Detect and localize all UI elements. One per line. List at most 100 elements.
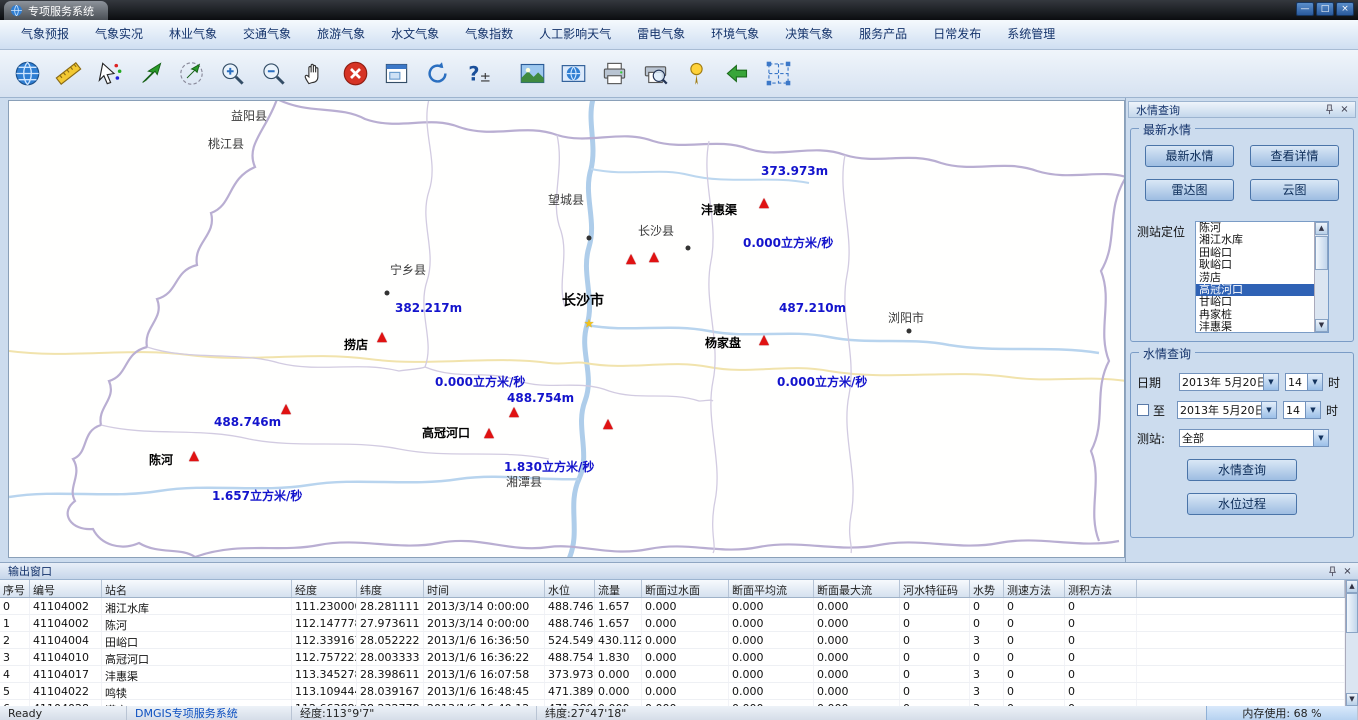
output-scrollbar[interactable]: ▲ ▼ [1345, 580, 1358, 706]
print-icon[interactable] [595, 55, 633, 93]
hour-from-combo[interactable]: 14 ▼ [1285, 373, 1323, 391]
menu-item-旅游气象[interactable]: 旅游气象 [304, 20, 378, 49]
menu-item-日常发布[interactable]: 日常发布 [920, 20, 994, 49]
app-tab[interactable]: 专项服务系统 [4, 1, 108, 20]
measure-icon[interactable] [49, 55, 87, 93]
station-select-combo[interactable]: 全部 ▼ [1179, 429, 1329, 447]
refresh-icon[interactable] [418, 55, 456, 93]
column-header-9[interactable]: 断面过水面 [642, 580, 729, 597]
layer-globe-icon[interactable] [554, 55, 592, 93]
column-header-3[interactable]: 站名 [102, 580, 292, 597]
date-to-combo[interactable]: 2013年 5月20日 ▼ [1177, 401, 1277, 419]
menu-item-气象预报[interactable]: 气象预报 [8, 20, 82, 49]
station-list-item[interactable]: 甘峪口 [1196, 296, 1314, 308]
scroll-thumb[interactable] [1346, 593, 1358, 633]
station-marker-icon[interactable]: ▲ [484, 425, 494, 440]
station-marker-icon[interactable]: ▲ [603, 416, 613, 431]
station-marker-icon[interactable]: ▲ [509, 404, 519, 419]
menu-item-系统管理[interactable]: 系统管理 [994, 20, 1068, 49]
menu-item-水文气象[interactable]: 水文气象 [378, 20, 452, 49]
scroll-down-icon[interactable]: ▼ [1315, 319, 1328, 332]
zoom-in-icon[interactable] [213, 55, 251, 93]
menu-item-气象指数[interactable]: 气象指数 [452, 20, 526, 49]
menu-item-林业气象[interactable]: 林业气象 [156, 20, 230, 49]
pan-icon[interactable] [295, 55, 333, 93]
station-marker-icon[interactable]: ▲ [649, 249, 659, 264]
column-header-12[interactable]: 河水特征码 [900, 580, 970, 597]
column-header-10[interactable]: 断面平均流 [729, 580, 814, 597]
menu-item-人工影响天气[interactable]: 人工影响天气 [526, 20, 624, 49]
station-list-item[interactable]: 耿峪口 [1196, 259, 1314, 271]
menu-item-气象实况[interactable]: 气象实况 [82, 20, 156, 49]
chevron-down-icon[interactable]: ▼ [1261, 402, 1276, 418]
column-header-7[interactable]: 水位 [545, 580, 595, 597]
column-header-2[interactable]: 编号 [30, 580, 102, 597]
station-list-item[interactable]: 湘江水库 [1196, 234, 1314, 246]
column-header-15[interactable]: 测积方法 [1065, 580, 1137, 597]
station-marker-icon[interactable]: ▲ [759, 332, 769, 347]
globe-icon[interactable] [8, 55, 46, 93]
menu-item-环境气象[interactable]: 环境气象 [698, 20, 772, 49]
column-header-11[interactable]: 断面最大流 [814, 580, 900, 597]
station-list-scrollbar[interactable]: ▲ ▼ [1314, 222, 1328, 332]
print-preview-icon[interactable] [636, 55, 674, 93]
hour-to-combo[interactable]: 14 ▼ [1283, 401, 1321, 419]
station-marker-icon[interactable]: ▲ [626, 251, 636, 266]
table-row[interactable]: 641104028涝店112.66388928.2327782013/1/6 1… [0, 700, 1345, 706]
select-point-icon[interactable] [90, 55, 128, 93]
column-header-6[interactable]: 时间 [424, 580, 545, 597]
menu-item-雷电气象[interactable]: 雷电气象 [624, 20, 698, 49]
radar-chart-button[interactable]: 雷达图 [1145, 179, 1234, 201]
column-header-13[interactable]: 水势 [970, 580, 1004, 597]
latest-water-button[interactable]: 最新水情 [1145, 145, 1234, 167]
panel-close-icon[interactable]: × [1338, 103, 1351, 116]
full-extent-icon[interactable] [377, 55, 415, 93]
select-green-icon[interactable] [131, 55, 169, 93]
identify-icon[interactable]: ?± [459, 55, 497, 93]
pin-icon[interactable] [1326, 565, 1339, 578]
minimize-button[interactable]: — [1296, 2, 1314, 16]
scroll-thumb[interactable] [1315, 236, 1328, 270]
back-icon[interactable] [718, 55, 756, 93]
scroll-up-icon[interactable]: ▲ [1315, 222, 1328, 235]
maximize-button[interactable]: □ [1316, 2, 1334, 16]
scroll-up-icon[interactable]: ▲ [1346, 580, 1358, 593]
select-circle-icon[interactable] [172, 55, 210, 93]
table-row[interactable]: 441104017沣惠渠113.34527828.3986112013/1/6 … [0, 666, 1345, 683]
table-row[interactable]: 541104022鸣犊113.10944428.0391672013/1/6 1… [0, 683, 1345, 700]
marker-icon[interactable] [677, 55, 715, 93]
view-detail-button[interactable]: 查看详情 [1250, 145, 1339, 167]
grid-select-icon[interactable] [759, 55, 797, 93]
chevron-down-icon[interactable]: ▼ [1263, 374, 1278, 390]
station-marker-icon[interactable]: ▲ [281, 401, 291, 416]
column-header-5[interactable]: 纬度 [357, 580, 424, 597]
zoom-out-icon[interactable] [254, 55, 292, 93]
chevron-down-icon[interactable]: ▼ [1305, 402, 1320, 418]
station-marker-icon[interactable]: ▲ [377, 329, 387, 344]
table-row[interactable]: 241104004田峪口112.33916728.0522222013/1/6 … [0, 632, 1345, 649]
menu-item-服务产品[interactable]: 服务产品 [846, 20, 920, 49]
cloud-image-button[interactable]: 云图 [1250, 179, 1339, 201]
output-close-icon[interactable]: × [1341, 565, 1354, 578]
pin-icon[interactable] [1323, 103, 1336, 116]
date-from-combo[interactable]: 2013年 5月20日 ▼ [1179, 373, 1279, 391]
close-button[interactable]: × [1336, 2, 1354, 16]
station-list-item[interactable]: 沣惠渠 [1196, 321, 1314, 332]
station-marker-icon[interactable]: ▲ [759, 195, 769, 210]
menu-item-决策气象[interactable]: 决策气象 [772, 20, 846, 49]
chevron-down-icon[interactable]: ▼ [1307, 374, 1322, 390]
column-header-1[interactable]: 序号 [0, 580, 30, 597]
to-date-checkbox[interactable] [1137, 404, 1149, 416]
chevron-down-icon[interactable]: ▼ [1313, 430, 1328, 446]
water-level-process-button[interactable]: 水位过程 [1187, 493, 1297, 515]
layer-image-icon[interactable] [513, 55, 551, 93]
menu-item-交通气象[interactable]: 交通气象 [230, 20, 304, 49]
station-marker-icon[interactable]: ▲ [189, 448, 199, 463]
water-query-button[interactable]: 水情查询 [1187, 459, 1297, 481]
delete-icon[interactable] [336, 55, 374, 93]
scroll-down-icon[interactable]: ▼ [1346, 693, 1358, 706]
column-header-14[interactable]: 测速方法 [1004, 580, 1065, 597]
column-header-8[interactable]: 流量 [595, 580, 642, 597]
column-header-4[interactable]: 经度 [292, 580, 357, 597]
table-row[interactable]: 141104002陈河112.14777827.9736112013/3/14 … [0, 615, 1345, 632]
